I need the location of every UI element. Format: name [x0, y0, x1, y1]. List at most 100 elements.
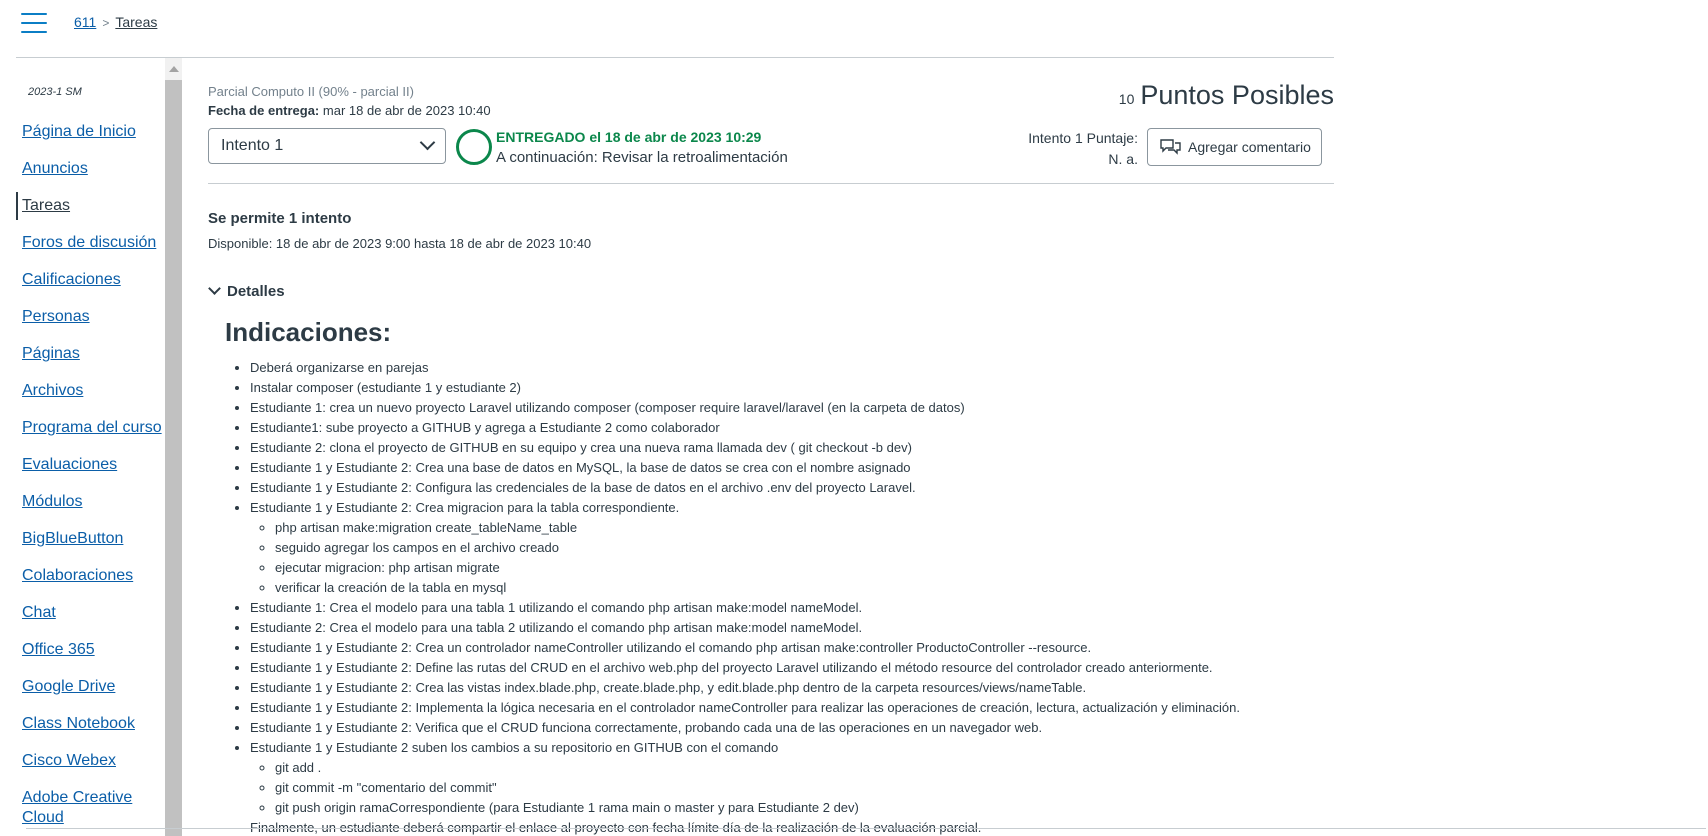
- chevron-down-icon: [208, 282, 221, 295]
- list-item: Estudiante1: sube proyecto a GITHUB y ag…: [250, 418, 1334, 438]
- due-label: Fecha de entrega:: [208, 103, 320, 118]
- sidebar-scrollbar[interactable]: [165, 58, 182, 836]
- sub-list-item: verificar la creación de la tabla en mys…: [275, 578, 1334, 598]
- list-item: Deberá organizarse en parejas: [250, 358, 1334, 378]
- assignment-group-name: Parcial Computo II (90% - parcial II): [208, 84, 414, 99]
- sidebar-item-anuncios[interactable]: Anuncios: [0, 159, 165, 196]
- points-possible: 10 Puntos Posibles: [1119, 80, 1334, 111]
- attempt-select[interactable]: Intento 1: [208, 128, 446, 164]
- sidebar-item-label[interactable]: Office 365: [22, 641, 95, 658]
- sidebar-item-archivos[interactable]: Archivos: [0, 381, 165, 418]
- list-item: Estudiante 1 y Estudiante 2: Crea un con…: [250, 638, 1334, 658]
- attempt-select-value: Intento 1: [221, 137, 284, 154]
- sidebar-item-label[interactable]: Módulos: [22, 493, 82, 510]
- sidebar-item-label[interactable]: BigBlueButton: [22, 530, 123, 547]
- sidebar-item-foros[interactable]: Foros de discusión: [0, 233, 165, 270]
- scrollbar-thumb[interactable]: [165, 80, 182, 836]
- points-value: 10: [1118, 91, 1135, 107]
- details-toggle[interactable]: Detalles: [208, 282, 285, 300]
- due-value: mar 18 de abr de 2023 10:40: [322, 103, 491, 118]
- assignment-description: Indicaciones: Deberá organizarse en pare…: [225, 316, 1334, 836]
- due-date: Fecha de entrega: mar 18 de abr de 2023 …: [208, 103, 491, 118]
- availability: Disponible: 18 de abr de 2023 9:00 hasta…: [208, 236, 592, 251]
- sidebar-item-label[interactable]: Google Drive: [22, 678, 115, 695]
- instructions-heading: Indicaciones:: [225, 317, 392, 347]
- sub-list: php artisan make:migration create_tableN…: [250, 518, 1334, 598]
- sidebar-item-class-notebook[interactable]: Class Notebook: [0, 714, 165, 751]
- sub-list-item: git push origin ramaCorrespondiente (par…: [275, 798, 1334, 818]
- next-step: A continuación: Revisar la retroalimenta…: [496, 149, 788, 166]
- sidebar-item-bigbluebutton[interactable]: BigBlueButton: [0, 529, 165, 566]
- sidebar-item-label[interactable]: Adobe Creative Cloud: [22, 789, 132, 826]
- score-value: N. a.: [1108, 151, 1138, 167]
- add-comment-label: Agregar comentario: [1188, 139, 1311, 155]
- breadcrumb-separator: >: [102, 16, 110, 30]
- scroll-up-icon[interactable]: [169, 66, 179, 72]
- sidebar-item-label[interactable]: Colaboraciones: [22, 567, 133, 584]
- submission-status: ENTREGADO el 18 de abr de 2023 10:29: [496, 129, 762, 145]
- sidebar-item-label[interactable]: Foros de discusión: [22, 234, 156, 251]
- list-item: Estudiante 1 y Estudiante 2: Crea una ba…: [250, 458, 1334, 478]
- sidebar-item-google-drive[interactable]: Google Drive: [0, 677, 165, 714]
- instructions-list: Deberá organizarse en parejas Instalar c…: [225, 358, 1334, 818]
- breadcrumb-course[interactable]: 611: [74, 14, 96, 30]
- sub-list: git add . git commit -m "comentario del …: [250, 758, 1334, 818]
- list-item: Estudiante 1: crea un nuevo proyecto Lar…: [250, 398, 1334, 418]
- list-item: Estudiante 1 y Estudiante 2: Configura l…: [250, 478, 1334, 498]
- list-item: Estudiante 2: Crea el modelo para una ta…: [250, 618, 1334, 638]
- list-item: Estudiante 1 y Estudiante 2: Crea migrac…: [250, 498, 1334, 598]
- sidebar-item-label[interactable]: Calificaciones: [22, 271, 121, 288]
- sub-list-item: seguido agregar los campos en el archivo…: [275, 538, 1334, 558]
- sidebar-item-label[interactable]: Tareas: [22, 197, 70, 214]
- sidebar-item-paginas[interactable]: Páginas: [0, 344, 165, 381]
- sidebar-item-modulos[interactable]: Módulos: [0, 492, 165, 529]
- header-divider: [208, 183, 1334, 184]
- sidebar-item-label[interactable]: Páginas: [22, 345, 80, 362]
- sidebar-item-programa[interactable]: Programa del curso: [0, 418, 165, 455]
- sidebar-item-label[interactable]: Cisco Webex: [22, 752, 116, 769]
- sidebar-item-colaboraciones[interactable]: Colaboraciones: [0, 566, 165, 603]
- sidebar-item-label[interactable]: Anuncios: [22, 160, 88, 177]
- attempt-score: Intento 1 Puntaje: N. a.: [1028, 128, 1138, 170]
- sidebar-item-evaluaciones[interactable]: Evaluaciones: [0, 455, 165, 492]
- sidebar-item-label[interactable]: Chat: [22, 604, 56, 621]
- sidebar-item-chat[interactable]: Chat: [0, 603, 165, 640]
- sidebar-item-label[interactable]: Evaluaciones: [22, 456, 117, 473]
- top-bar: 611 > Tareas: [0, 0, 1340, 58]
- term-label: 2023-1 SM: [28, 86, 82, 98]
- add-comment-button[interactable]: Agregar comentario: [1147, 128, 1322, 166]
- attempts-allowed: Se permite 1 intento: [208, 210, 352, 227]
- final-paragraph: Finalmente, un estudiante deberá compart…: [250, 820, 982, 835]
- sidebar-item-label[interactable]: Programa del curso: [22, 419, 162, 436]
- list-item: Estudiante 2: clona el proyecto de GITHU…: [250, 438, 1334, 458]
- chevron-down-icon: [419, 134, 436, 151]
- sidebar-item-label[interactable]: Personas: [22, 308, 90, 325]
- points-label: Puntos Posibles: [1140, 80, 1334, 110]
- list-item: Estudiante 1: Crea el modelo para una ta…: [250, 598, 1334, 618]
- details-label: Detalles: [227, 283, 285, 300]
- sidebar-item-office365[interactable]: Office 365: [0, 640, 165, 677]
- comment-icon: [1160, 139, 1181, 155]
- assignment-main: Parcial Computo II (90% - parcial II) Fe…: [208, 58, 1334, 836]
- list-item: Estudiante 1 y Estudiante 2: Crea las vi…: [250, 678, 1334, 698]
- sidebar-item-label[interactable]: Class Notebook: [22, 715, 135, 732]
- list-item: Estudiante 1 y Estudiante 2: Define las …: [250, 658, 1334, 678]
- sidebar-item-calificaciones[interactable]: Calificaciones: [0, 270, 165, 307]
- sub-list-item: php artisan make:migration create_tableN…: [275, 518, 1334, 538]
- menu-icon[interactable]: [21, 13, 47, 35]
- breadcrumb-current[interactable]: Tareas: [115, 14, 157, 30]
- breadcrumb: 611 > Tareas: [74, 14, 157, 30]
- sidebar-item-tareas[interactable]: Tareas: [0, 192, 165, 233]
- sidebar-item-inicio[interactable]: Página de Inicio: [0, 122, 165, 159]
- sub-list-item: ejecutar migracion: php artisan migrate: [275, 558, 1334, 578]
- list-item: Estudiante 1 y Estudiante 2: Verifica qu…: [250, 718, 1334, 738]
- submission-progress-icon: [456, 129, 492, 165]
- sidebar-item-personas[interactable]: Personas: [0, 307, 165, 344]
- sidebar-item-label[interactable]: Archivos: [22, 382, 83, 399]
- course-nav: 2023-1 SM Página de Inicio Anuncios Tare…: [0, 58, 165, 836]
- sidebar-item-label[interactable]: Página de Inicio: [22, 123, 136, 140]
- sidebar-item-cisco-webex[interactable]: Cisco Webex: [0, 751, 165, 788]
- score-label: Intento 1 Puntaje:: [1028, 130, 1138, 146]
- list-item: Estudiante 1 y Estudiante 2 suben los ca…: [250, 738, 1334, 818]
- list-item-text: Estudiante 1 y Estudiante 2: Crea migrac…: [250, 500, 680, 515]
